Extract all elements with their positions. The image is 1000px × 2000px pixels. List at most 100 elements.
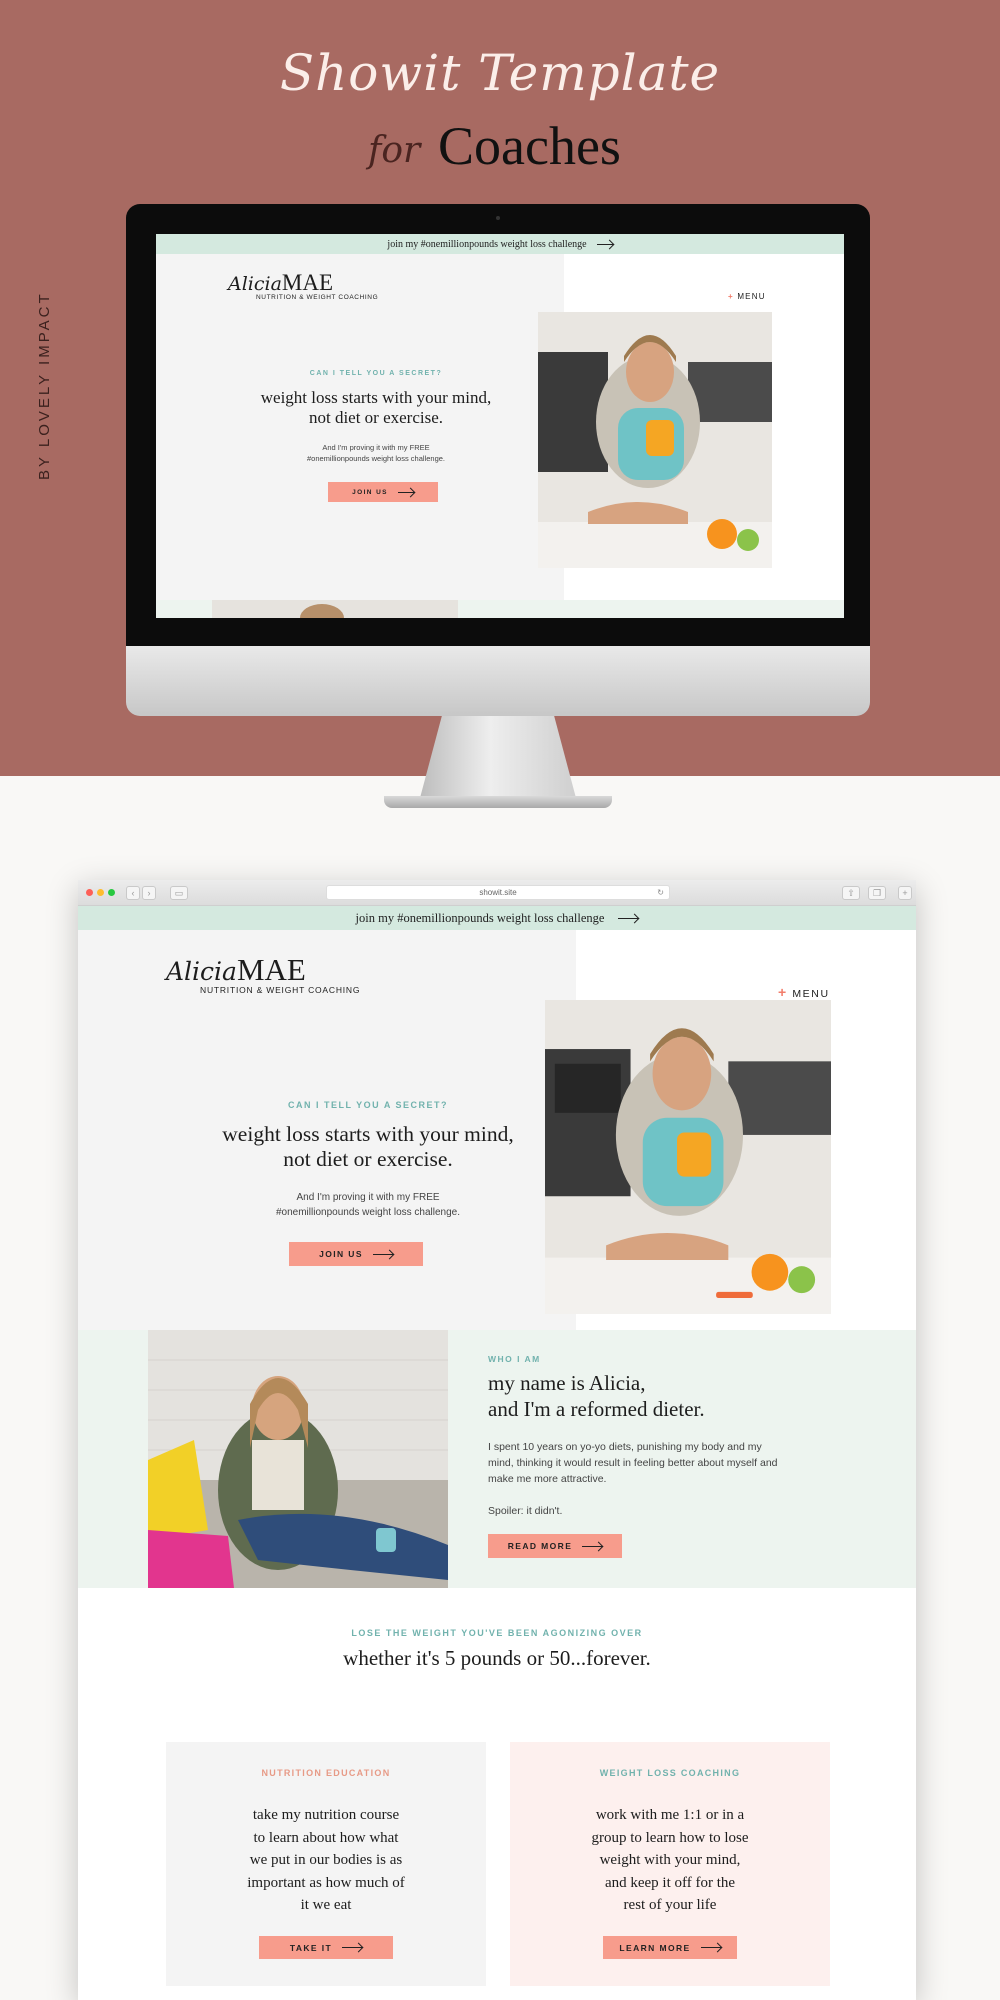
card-line: important as how much of bbox=[247, 1874, 405, 1891]
address-bar[interactable]: showit.site ↻ bbox=[326, 885, 670, 900]
browser-toolbar: ‹ › ▭ showit.site ↻ ⇧ ❐ + bbox=[78, 880, 916, 906]
hero-headline-line1: weight loss starts with your mind, bbox=[222, 1122, 514, 1146]
url-text: showit.site bbox=[479, 888, 517, 897]
announcement-bar[interactable]: join my #onemillionpounds weight loss ch… bbox=[156, 234, 844, 254]
card-line: it we eat bbox=[300, 1897, 352, 1913]
back-icon[interactable]: ‹ bbox=[126, 886, 140, 900]
card-line: rest of your life bbox=[623, 1897, 717, 1913]
card-line: to learn about how what bbox=[253, 1829, 399, 1846]
card-line: weight with your mind, bbox=[599, 1852, 741, 1868]
hero-headline: weight loss starts with your mind, not d… bbox=[236, 388, 516, 428]
logo-script: Alicia bbox=[228, 273, 282, 295]
arrow-right-icon bbox=[596, 243, 613, 245]
menu-button[interactable]: + MENU bbox=[728, 292, 766, 301]
logo-mae: MAE bbox=[281, 270, 334, 295]
imac-chin bbox=[126, 646, 870, 716]
arrow-right-icon bbox=[582, 1545, 603, 1547]
offers-header: LOSE THE WEIGHT YOU'VE BEEN AGONIZING OV… bbox=[78, 1628, 916, 1671]
plus-icon: + bbox=[778, 984, 788, 1000]
maximize-dot-icon[interactable] bbox=[108, 889, 115, 896]
browser-window: ‹ › ▭ showit.site ↻ ⇧ ❐ + join my #onemi… bbox=[78, 880, 916, 2000]
hero-headline-line2: not diet or exercise. bbox=[308, 408, 444, 427]
card-eyebrow: NUTRITION EDUCATION bbox=[261, 1768, 391, 1778]
about-body: I spent 10 years on yo-yo diets, punishi… bbox=[488, 1441, 778, 1485]
reload-icon[interactable]: ↻ bbox=[657, 886, 664, 899]
hero-eyebrow: CAN I TELL YOU A SECRET? bbox=[309, 370, 443, 377]
arrow-right-icon bbox=[342, 1947, 363, 1948]
logo[interactable]: AliciaMAE NUTRITION & WEIGHT COACHING bbox=[166, 952, 360, 995]
join-us-label: JOIN US bbox=[352, 488, 388, 496]
new-tab-icon[interactable]: + bbox=[898, 886, 912, 900]
about-eyebrow: WHO I AM bbox=[488, 1354, 541, 1364]
card-line: and keep it off for the bbox=[604, 1874, 736, 1891]
join-us-button[interactable]: JOIN US bbox=[289, 1242, 423, 1266]
hero-body-line1: And I'm proving it with my FREE bbox=[296, 1192, 440, 1203]
about-photo-preview bbox=[212, 600, 458, 618]
announcement-bar[interactable]: join my #onemillionpounds weight loss ch… bbox=[78, 906, 916, 930]
arrow-right-icon bbox=[372, 1253, 393, 1255]
take-it-button[interactable]: TAKE IT bbox=[259, 1936, 393, 1959]
logo-tagline: NUTRITION & WEIGHT COACHING bbox=[200, 985, 361, 995]
hero-body-line1: And I'm proving it with my FREE bbox=[322, 443, 430, 452]
imac-screen: join my #onemillionpounds weight loss ch… bbox=[156, 234, 844, 618]
card-line: work with me 1:1 or in a bbox=[595, 1807, 745, 1823]
camera-dot bbox=[496, 216, 500, 220]
plus-icon: + bbox=[728, 292, 734, 301]
take-it-label: TAKE IT bbox=[289, 1942, 333, 1953]
hero-photo-woman-juice bbox=[545, 1000, 831, 1314]
card-body: work with me 1:1 or in a group to learn … bbox=[510, 1804, 830, 1917]
read-more-button[interactable]: READ MORE bbox=[488, 1534, 622, 1558]
minimize-dot-icon[interactable] bbox=[97, 889, 104, 896]
menu-button[interactable]: + MENU bbox=[778, 984, 830, 1000]
logo-script: Alicia bbox=[166, 957, 237, 986]
join-us-label: JOIN US bbox=[319, 1249, 363, 1259]
hero-body-line2: #onemillionpounds weight loss challenge. bbox=[306, 454, 445, 463]
menu-label: MENU bbox=[737, 292, 766, 301]
hero-body: And I'm proving it with my FREE #onemill… bbox=[208, 1190, 528, 1220]
close-dot-icon[interactable] bbox=[86, 889, 93, 896]
learn-more-button[interactable]: LEARN MORE bbox=[603, 1936, 737, 1959]
card-weight-loss-coaching: WEIGHT LOSS COACHING work with me 1:1 or… bbox=[510, 1742, 830, 1986]
tabs-icon[interactable]: ❐ bbox=[868, 886, 886, 900]
hero-photo-woman-juice bbox=[538, 312, 772, 568]
sidebar-icon[interactable]: ▭ bbox=[170, 886, 188, 900]
website: join my #onemillionpounds weight loss ch… bbox=[78, 906, 916, 2000]
script-title: Showit Template bbox=[279, 44, 721, 102]
hero-headline-line2: not diet or exercise. bbox=[283, 1147, 453, 1171]
card-body: take my nutrition course to learn about … bbox=[166, 1804, 486, 1917]
arrow-right-icon bbox=[397, 491, 414, 493]
card-line: we put in our bodies is as bbox=[249, 1852, 403, 1868]
logo-tagline: NUTRITION & WEIGHT COACHING bbox=[256, 294, 379, 301]
arrow-right-icon bbox=[700, 1947, 721, 1948]
hero-body-line2: #onemillionpounds weight loss challenge. bbox=[275, 1207, 460, 1218]
hero-headline-line1: weight loss starts with your mind, bbox=[260, 388, 492, 407]
about-headline-line2: and I'm a reformed dieter. bbox=[488, 1397, 705, 1421]
card-line: take my nutrition course bbox=[252, 1807, 400, 1823]
join-us-button[interactable]: JOIN US bbox=[328, 482, 438, 502]
about-spoiler: Spoiler: it didn't. bbox=[488, 1505, 563, 1517]
hero-panel bbox=[156, 254, 564, 618]
learn-more-label: LEARN MORE bbox=[619, 1942, 691, 1953]
offers-headline: whether it's 5 pounds or 50...forever. bbox=[343, 1646, 651, 1670]
menu-label: MENU bbox=[792, 988, 830, 1000]
headline-coaches: Coaches bbox=[438, 116, 621, 176]
hero-eyebrow: CAN I TELL YOU A SECRET? bbox=[287, 1100, 448, 1110]
about-headline: my name is Alicia, and I'm a reformed di… bbox=[488, 1370, 868, 1422]
card-line: group to learn how to lose bbox=[591, 1829, 749, 1846]
announcement-text: join my #onemillionpounds weight loss ch… bbox=[387, 238, 587, 250]
about-headline-line1: my name is Alicia, bbox=[488, 1371, 646, 1395]
for-word: for bbox=[368, 130, 421, 171]
logo[interactable]: AliciaMAE NUTRITION & WEIGHT COACHING bbox=[228, 270, 378, 301]
announcement-text: join my #onemillionpounds weight loss ch… bbox=[355, 910, 605, 925]
offers-eyebrow: LOSE THE WEIGHT YOU'VE BEEN AGONIZING OV… bbox=[351, 1628, 643, 1638]
about-photo-woman-sofa bbox=[148, 1330, 448, 1588]
card-eyebrow: WEIGHT LOSS COACHING bbox=[599, 1768, 741, 1778]
byline: BY LOVELY IMPACT bbox=[36, 291, 53, 480]
share-icon[interactable]: ⇧ bbox=[842, 886, 860, 900]
read-more-label: READ MORE bbox=[507, 1541, 573, 1551]
forward-icon[interactable]: › bbox=[142, 886, 156, 900]
arrow-right-icon bbox=[618, 917, 639, 919]
imac-stand bbox=[420, 716, 576, 798]
logo-mae: MAE bbox=[236, 952, 306, 987]
hero-body: And I'm proving it with my FREE #onemill… bbox=[246, 442, 506, 464]
